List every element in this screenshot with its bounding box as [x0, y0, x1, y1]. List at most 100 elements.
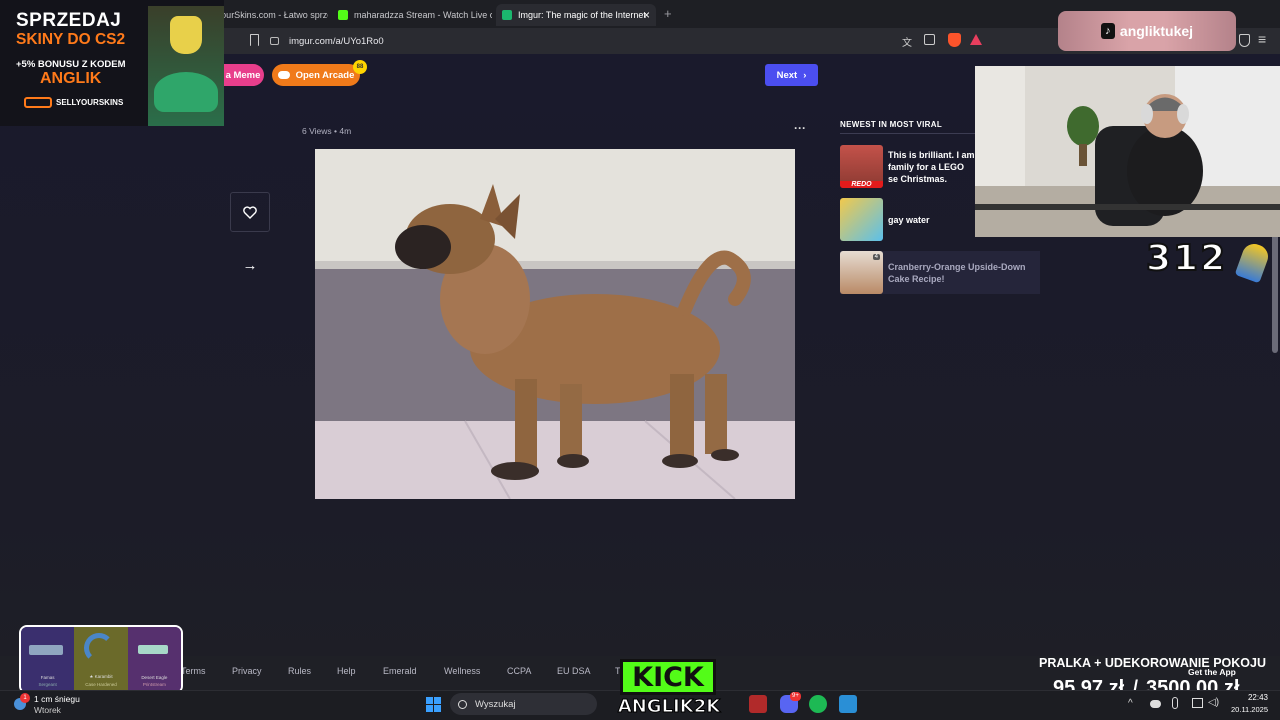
onedrive-icon[interactable] — [1150, 700, 1161, 708]
imgur-favicon-icon — [502, 10, 512, 20]
url-field[interactable]: imgur.com/a/UYo1Ro0 — [270, 31, 990, 51]
tab-label: maharadzza Stream - Watch Live on K — [354, 10, 492, 20]
heart-icon — [243, 205, 257, 219]
footer-link-ccpa[interactable]: CCPA — [507, 666, 531, 676]
footer-link-help[interactable]: Help — [337, 666, 356, 676]
next-post-button[interactable]: Next › — [765, 64, 818, 86]
thumbnail: 4 — [840, 251, 883, 294]
newest-item-title: gay water — [888, 214, 930, 225]
next-label: Next — [776, 69, 798, 81]
open-arcade-button[interactable]: Open Arcade — [272, 64, 360, 86]
arcade-badge: 88 — [353, 60, 367, 74]
open-arcade-label: Open Arcade — [295, 69, 355, 81]
tab-yourskins[interactable]: YourSkins.com - Łatwo sprzed — [210, 4, 328, 26]
app-icon[interactable] — [749, 695, 767, 713]
discord-badge: 9+ — [790, 692, 801, 701]
thumbnail: REDO — [840, 145, 883, 188]
newest-item-title: Cranberry-Orange Upside-Down Cake Recipe… — [888, 261, 1026, 284]
footer-link-privacy[interactable]: Privacy — [232, 666, 262, 676]
tab-imgur[interactable]: Imgur: The magic of the Internet × — [496, 4, 656, 26]
ad-line-1: SPRZEDAJ — [16, 10, 122, 31]
search-icon — [458, 699, 467, 709]
goal-label: PRALKA + UDEKOROWANIE POKOJU — [1039, 656, 1266, 670]
translate-icon[interactable]: 文 — [902, 34, 912, 49]
knife-icon — [84, 633, 115, 663]
spotify-icon[interactable] — [809, 695, 827, 713]
ad-line-3: +5% BONUSU Z KODEM — [16, 59, 126, 70]
ad-character-art — [148, 6, 224, 126]
footer-link-emerald[interactable]: Emerald — [383, 666, 417, 676]
skin-card-famas: Famas Sergeant — [21, 627, 75, 692]
sellyourskins-logo-icon — [24, 97, 52, 108]
ad-line-2: SKINY DO CS2 — [16, 31, 126, 48]
tab-label: YourSkins.com - Łatwo sprzed — [216, 10, 328, 20]
footer-link-rules[interactable]: Rules — [288, 666, 311, 676]
microphone-icon[interactable] — [1172, 697, 1178, 709]
image-count-badge: 4 — [872, 254, 880, 260]
tiktok-handle: angliktukej — [1119, 23, 1194, 39]
rifle-icon — [29, 645, 63, 655]
footer-link-wellness[interactable]: Wellness — [444, 666, 480, 676]
redo-tag: REDO — [840, 181, 883, 188]
brave-shields-icon[interactable] — [948, 33, 961, 47]
newest-item-title: This is brilliant. I am family for a LEG… — [888, 149, 975, 184]
post-meta: 6 Views • 4m — [302, 126, 351, 136]
site-settings-icon[interactable] — [270, 37, 279, 45]
chevron-right-icon: › — [803, 69, 807, 81]
skin-card-karambit: ★ Karambit Case Hardened — [74, 627, 128, 692]
tray-chevron-icon[interactable]: ^ — [1128, 698, 1133, 709]
kick-logo: KICK — [620, 659, 716, 695]
post-image[interactable] — [315, 149, 795, 499]
kick-favicon-icon — [338, 10, 348, 20]
fan-shape — [154, 72, 218, 112]
kick-handle: ANGLIK2K — [617, 695, 721, 717]
menu-icon[interactable]: ≡ — [1258, 31, 1266, 47]
view-count: 6 Views — [302, 126, 332, 136]
share-icon[interactable] — [924, 34, 935, 45]
heading-divider — [840, 133, 975, 134]
tab-label: Imgur: The magic of the Internet — [518, 10, 646, 20]
taskbar-search[interactable]: Wyszukaj — [450, 693, 597, 715]
make-meme-button[interactable]: a Meme — [222, 64, 264, 86]
post-age: 4m — [339, 126, 352, 136]
notification-badge: 1 — [20, 693, 30, 703]
weather-text[interactable]: 1 cm śniegu — [34, 694, 80, 704]
bookmark-icon[interactable] — [250, 34, 259, 46]
share-arrow-icon[interactable]: → — [240, 256, 260, 274]
mask-shape — [170, 16, 202, 54]
newest-item-cake[interactable]: 4 Cranberry-Orange Upside-Down Cake Reci… — [840, 251, 1040, 294]
webcam-feed — [975, 66, 1280, 237]
weather-day: Wtorek — [34, 705, 61, 715]
ad-brand: SELLYOURSKINS — [56, 98, 124, 107]
favorite-button[interactable] — [230, 192, 270, 232]
gamepad-icon — [277, 71, 290, 79]
windows-start-icon[interactable] — [426, 697, 441, 712]
footer-link-eu-dsa[interactable]: EU DSA — [557, 666, 591, 676]
webcam-overlay — [975, 66, 1280, 237]
meta-separator: • — [333, 126, 337, 136]
close-tab-icon[interactable]: × — [643, 8, 650, 22]
skin-sub: Printstream — [142, 682, 166, 687]
new-tab-button[interactable]: + — [664, 6, 672, 21]
skin-name: Desert Eagle — [141, 675, 168, 680]
skin-sub: Sergeant — [38, 682, 57, 687]
search-placeholder: Wyszukaj — [475, 698, 516, 710]
skin-name: Famas — [40, 675, 55, 680]
clock-time[interactable]: 22:43 — [1228, 693, 1268, 702]
display-icon[interactable] — [1192, 698, 1203, 708]
post-options-icon[interactable]: ··· — [794, 121, 806, 135]
photos-icon[interactable] — [839, 695, 857, 713]
footer-link-terms[interactable]: Terms — [181, 666, 206, 676]
vpn-icon[interactable] — [1239, 34, 1250, 47]
tiktok-handle-overlay: ♪ angliktukej — [1058, 11, 1236, 51]
url-text: imgur.com/a/UYo1Ro0 — [289, 35, 384, 47]
clock-date[interactable]: 20.11.2025 — [1218, 705, 1268, 714]
ad-line-4: ANGLIK — [40, 70, 102, 87]
sellyourskins-ad: SPRZEDAJ SKINY DO CS2 +5% BONUSU Z KODEM… — [0, 0, 224, 126]
thumbnail — [840, 198, 883, 241]
puppy-photo — [315, 149, 795, 499]
skin-sub: Case Hardened — [85, 682, 117, 687]
brave-rewards-icon[interactable] — [970, 34, 982, 45]
tiktok-logo-icon: ♪ — [1100, 23, 1115, 39]
tab-kick-stream[interactable]: maharadzza Stream - Watch Live on K — [332, 4, 492, 26]
